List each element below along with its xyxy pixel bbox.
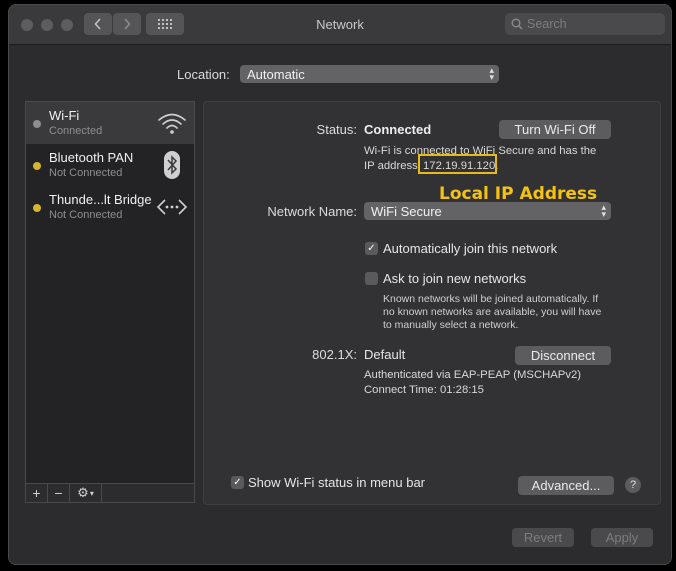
add-service-button[interactable]: + (26, 484, 48, 502)
status-label: Status: (316, 122, 357, 137)
service-name: Wi-Fi (49, 108, 80, 123)
service-status: Not Connected (49, 167, 123, 179)
network-name-popup[interactable]: WiFi Secure ▴ ▾ (364, 202, 611, 220)
checkmark-icon: ✓ (367, 243, 376, 254)
revert-button[interactable]: Revert (512, 528, 574, 547)
location-popup[interactable]: Automatic ▴ ▾ (240, 65, 499, 83)
ip-address-prefix: IP address (364, 160, 418, 172)
auto-join-label: Automatically join this network (383, 241, 558, 256)
ip-highlight-box (418, 154, 497, 174)
disconnect-button[interactable]: Disconnect (515, 346, 611, 365)
checkmark-icon: ✓ (233, 477, 242, 488)
network-preferences-window: Network Location: Automatic ▴▾ Wi-Fi Con… (8, 4, 672, 565)
network-name-value: WiFi Secure (371, 203, 442, 219)
thunderbolt-bridge-icon (156, 199, 188, 215)
ask-join-hint-line: to manually select a network. (383, 319, 519, 331)
search-input[interactable] (527, 17, 657, 31)
advanced-button[interactable]: Advanced... (518, 476, 614, 495)
apply-button[interactable]: Apply (591, 528, 653, 547)
action-menu-button[interactable]: ⚙ ▾ (70, 484, 102, 502)
ask-join-label: Ask to join new networks (383, 271, 527, 286)
gear-icon: ⚙ (77, 485, 89, 500)
ask-join-checkbox[interactable] (365, 272, 378, 285)
network-name-label: Network Name: (267, 204, 357, 219)
dot1x-value: Default (364, 347, 406, 362)
location-label: Location: (177, 67, 230, 82)
chevron-down-icon: ▾ (89, 488, 94, 498)
service-list: Wi-Fi Connected Bluetooth PAN Not Connec… (25, 101, 195, 503)
service-item-thunderbolt-bridge[interactable]: Thunde...lt Bridge Not Connected (26, 186, 194, 228)
service-status: Not Connected (49, 209, 123, 221)
wifi-icon (158, 113, 186, 134)
service-list-toolbar: + − ⚙ ▾ (25, 483, 195, 503)
annotation-label: Local IP Address (439, 184, 598, 204)
search-icon (511, 18, 523, 30)
search-field[interactable] (505, 13, 665, 35)
remove-service-button[interactable]: − (48, 484, 70, 502)
ask-join-hint-line: Known networks will be joined automatica… (383, 293, 599, 305)
popup-arrows-icon: ▴ ▾ (601, 202, 606, 219)
service-item-wifi[interactable]: Wi-Fi Connected (26, 102, 194, 144)
show-status-checkbox[interactable]: ✓ (231, 476, 244, 489)
service-name: Thunde...lt Bridge (49, 192, 152, 207)
popup-arrows-icon: ▴ ▾ (489, 65, 494, 82)
show-status-label: Show Wi-Fi status in menu bar (248, 475, 426, 490)
service-item-bluetooth-pan[interactable]: Bluetooth PAN Not Connected (26, 144, 194, 186)
help-button[interactable]: ? (625, 477, 641, 493)
status-dot (33, 162, 41, 170)
connect-time-text: Connect Time: 01:28:15 (364, 384, 484, 396)
turn-wifi-off-button[interactable]: Turn Wi-Fi Off (499, 120, 611, 139)
dot1x-label: 802.1X: (312, 347, 357, 362)
auth-method-text: Authenticated via EAP-PEAP (MSCHAPv2) (364, 369, 582, 381)
status-value: Connected (364, 122, 432, 137)
ask-join-hint-line: no known networks are available, you wil… (383, 306, 602, 318)
auto-join-checkbox[interactable]: ✓ (365, 242, 378, 255)
bluetooth-icon (164, 151, 180, 179)
service-status: Connected (49, 125, 103, 137)
status-dot (33, 120, 41, 128)
status-dot (33, 204, 41, 212)
location-value: Automatic (247, 66, 305, 82)
service-name: Bluetooth PAN (49, 150, 134, 165)
title-bar: Network (9, 5, 671, 45)
